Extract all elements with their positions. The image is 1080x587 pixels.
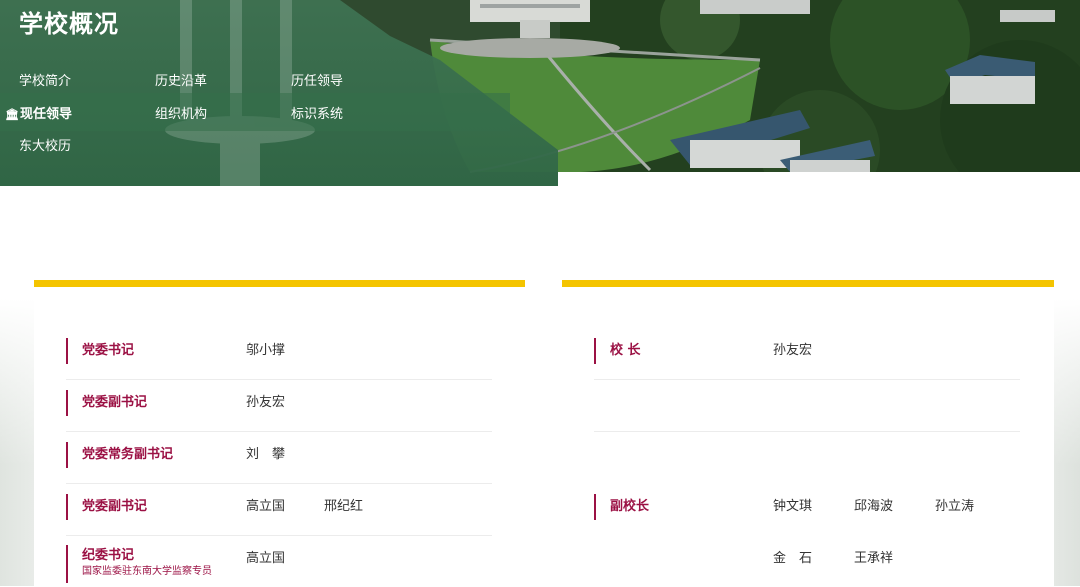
leader-name[interactable]: 高立国 [246,494,285,520]
leader-name[interactable]: 邬小撑 [246,338,285,364]
leader-row: 党委常务副书记 刘 攀 [66,431,492,484]
nav-active-highlight [0,93,510,131]
nav-item-school-intro[interactable]: 学校简介 [19,70,71,89]
nav-item-identity-system[interactable]: 标识系统 [291,103,343,122]
building-icon: 🏛 [5,108,19,121]
page-title: 学校概况 [19,10,119,38]
role-label: 党委常务副书记 [66,442,173,468]
leader-row: 党委书记 邬小撑 [66,327,492,380]
role-label: 副校长 [594,494,649,520]
nav-item-current-leaders-label: 现任领导 [19,107,72,122]
leader-name[interactable]: 刘 攀 [246,442,285,468]
leader-row: 党委副书记 高立国 邢纪红 [66,483,492,536]
leader-row: 党委副书记 孙友宏 [66,379,492,432]
party-leaders-card: 党委书记 邬小撑 党委副书记 孙友宏 党委常务副书记 刘 攀 党委副书记 高立国… [34,280,525,586]
leader-row: 金 石 王承祥 [594,535,1020,587]
role-label: 党委副书记 [66,494,147,520]
hero-banner: 学校概况 学校简介 历史沿革 历任领导 🏛现任领导 组织机构 标识系统 东大校历 [0,0,1080,186]
leader-row: 副校长 钟文琪 邱海波 孙立涛 [594,483,1020,535]
banner-bottom-strip [558,172,1080,186]
role-label: 纪委书记 国家监委驻东南大学监察专员 [66,545,212,583]
leader-name[interactable]: 钟文琪 [773,494,812,520]
leader-name[interactable]: 金 石 [773,546,812,572]
role-label: 党委书记 [66,338,134,364]
role-label: 党委副书记 [66,390,147,416]
nav-item-calendar[interactable]: 东大校历 [19,135,71,154]
leader-name[interactable]: 邱海波 [854,494,893,520]
role-subtitle: 国家监委驻东南大学监察专员 [82,566,212,577]
leader-name[interactable]: 邢纪红 [324,494,363,520]
leader-name[interactable]: 孙友宏 [773,338,812,364]
role-label: 校 长 [594,338,641,364]
nav-item-current-leaders[interactable]: 🏛现任领导 [5,103,72,122]
leader-name[interactable]: 孙立涛 [935,494,974,520]
nav-item-organization[interactable]: 组织机构 [155,103,207,122]
leader-name[interactable]: 高立国 [246,546,285,572]
nav-item-former-leaders[interactable]: 历任领导 [291,70,343,89]
role-title: 纪委书记 [82,548,135,563]
empty-row [594,379,1020,432]
leader-row: 纪委书记 国家监委驻东南大学监察专员 高立国 [66,535,492,587]
leader-row: 校 长 孙友宏 [594,327,1020,380]
administration-card: 校 长 孙友宏 副校长 钟文琪 邱海波 孙立涛 金 石 王承祥 [562,280,1054,586]
leader-name[interactable]: 孙友宏 [246,390,285,416]
nav-item-history[interactable]: 历史沿革 [155,70,207,89]
leader-name[interactable]: 王承祥 [854,546,893,572]
